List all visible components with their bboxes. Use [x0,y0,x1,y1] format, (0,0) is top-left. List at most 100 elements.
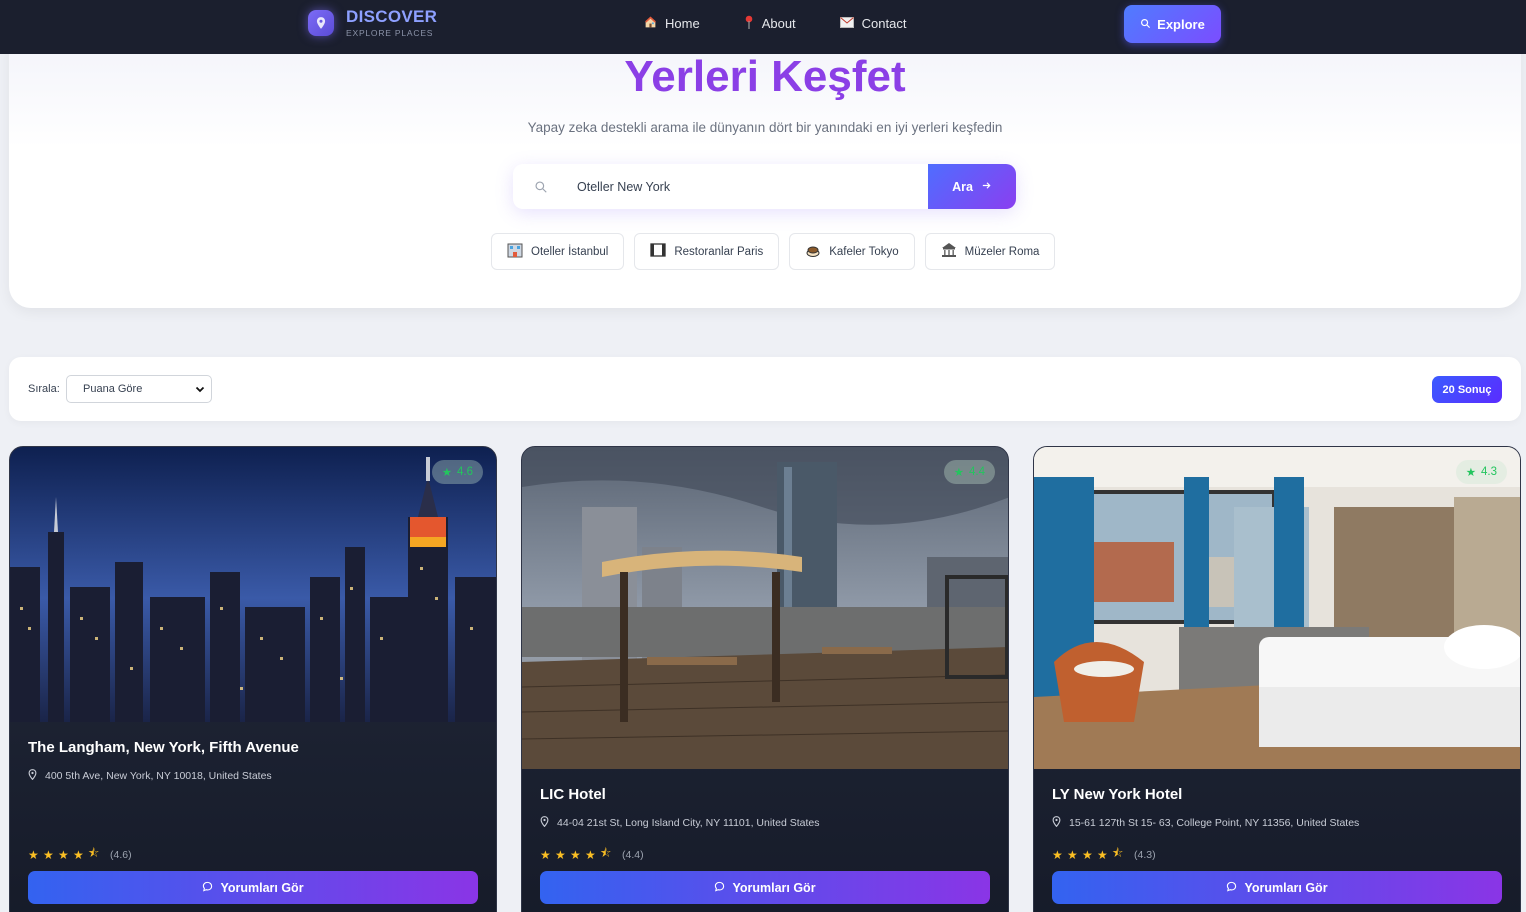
chip-cafes-tokyo[interactable]: Kafeler Tokyo [789,233,915,270]
hero-title: Yerleri Keşfet [624,52,906,101]
star-icon: ★ [73,847,84,862]
search-bar: Ara [513,164,1016,209]
nav-home-link[interactable]: Home [644,15,700,31]
search-button-label: Ara [952,179,973,194]
view-reviews-button[interactable]: Yorumları Gör [28,871,478,904]
place-address: 44-04 21st St, Long Island City, NY 1110… [540,816,819,830]
star-icon: ★ [585,847,596,862]
star-rating: ★ ★ ★ ★ ⯪ (4.3) [1052,844,1156,865]
chip-label: Oteller İstanbul [531,245,609,258]
top-navbar: DISCOVER EXPLORE PLACES Home About Conta… [0,0,1526,54]
sort-bar: Sırala: Puana Göre 20 Sonuç [9,357,1521,421]
chip-label: Kafeler Tokyo [829,245,899,258]
nav-home-label: Home [665,15,700,31]
hero-section: Yerleri Keşfet Yapay zeka destekli arama… [9,40,1521,308]
rating-badge-value: 4.3 [1481,466,1497,478]
location-pin-icon [1052,816,1061,830]
rating-badge-value: 4.6 [457,466,473,478]
envelope-icon [839,16,854,30]
star-icon: ★ [1082,847,1093,862]
half-star-icon: ⯪ [1112,846,1124,860]
star-icon: ★ [555,847,566,862]
star-icon: ★ [570,847,581,862]
view-reviews-label: Yorumları Gör [732,880,816,895]
rating-pill: ★ 4.4 [943,460,995,484]
location-pin-icon [540,816,549,830]
sort-label: Sırala: [28,383,60,395]
map-pin-logo-icon [308,9,334,36]
star-icon: ★ [1097,847,1108,862]
half-star-icon: ⯪ [600,846,612,860]
brand-subtitle: EXPLORE PLACES [346,28,434,38]
nav-about-label: About [761,15,796,31]
hero-subtitle: Yapay zeka destekli arama ile dünyanın d… [527,120,1003,135]
sort-select[interactable]: Puana Göre [66,375,212,403]
place-card[interactable]: ★ 4.4 LIC Hotel 44-04 21st St, Long Isla… [521,446,1009,912]
brand-title: DISCOVER [346,7,438,26]
star-rating: ★ ★ ★ ★ ⯪ (4.4) [540,844,644,865]
star-icon: ★ [43,847,54,862]
rating-pill: ★ 4.3 [1455,460,1507,484]
rating-text: (4.3) [1134,848,1156,861]
rating-text: (4.4) [622,848,644,861]
place-title[interactable]: LIC Hotel [540,786,606,803]
chat-bubble-icon [1226,881,1237,895]
brand[interactable]: DISCOVER EXPLORE PLACES [308,8,437,38]
star-icon: ★ [28,847,39,862]
place-address-text: 15-61 127th St 15- 63, College Point, NY… [1069,817,1360,829]
view-reviews-label: Yorumları Gör [220,880,304,895]
pin-icon [744,15,754,31]
rating-text: (4.6) [110,848,132,861]
rating-pill: ★ 4.6 [431,460,483,484]
place-title[interactable]: The Langham, New York, Fifth Avenue [28,739,299,756]
star-rating: ★ ★ ★ ★ ⯪ (4.6) [28,844,132,865]
chip-museums-rome[interactable]: Müzeler Roma [924,233,1056,270]
place-address: 15-61 127th St 15- 63, College Point, NY… [1052,816,1359,830]
house-icon [644,16,657,31]
view-reviews-label: Yorumları Gör [1244,880,1328,895]
nav-contact-link[interactable]: Contact [839,15,907,31]
chat-bubble-icon [202,881,213,895]
place-address-text: 400 5th Ave, New York, NY 10018, United … [45,770,272,782]
chip-hotels-istanbul[interactable]: Oteller İstanbul [491,233,625,270]
place-title[interactable]: LY New York Hotel [1052,786,1182,803]
arrow-right-icon [981,180,992,194]
place-address: 400 5th Ave, New York, NY 10018, United … [28,769,272,783]
view-reviews-button[interactable]: Yorumları Gör [540,871,990,904]
search-submit-button[interactable]: Ara [928,164,1016,209]
place-address-text: 44-04 21st St, Long Island City, NY 1110… [557,817,820,829]
location-pin-icon [28,769,37,783]
explore-button[interactable]: Explore [1124,5,1221,43]
search-input[interactable] [569,164,928,209]
star-icon: ★ [1052,847,1063,862]
suggestion-chips: Oteller İstanbul Restoranlar Paris Kafel… [491,233,1056,270]
chevron-down-icon [195,384,205,397]
chip-label: Restoranlar Paris [674,245,764,258]
search-icon [513,164,569,209]
place-image [10,447,496,722]
place-card[interactable]: ★ 4.3 LY New York Hotel 15-61 127th St 1… [1033,446,1521,912]
chat-bubble-icon [714,881,725,895]
film-icon [650,242,667,261]
nav-links: Home About Contact [644,15,950,31]
star-icon: ★ [953,467,964,479]
rating-badge-value: 4.4 [969,466,985,478]
star-icon: ★ [441,467,452,479]
explore-button-label: Explore [1157,16,1205,32]
result-count-badge: 20 Sonuç [1432,376,1502,403]
chip-label: Müzeler Roma [964,245,1040,258]
nav-contact-label: Contact [861,15,907,31]
sort-selected-value: Puana Göre [83,383,143,395]
star-icon: ★ [1465,467,1476,479]
star-icon: ★ [540,847,551,862]
search-icon [1140,17,1151,32]
coffee-icon [805,242,821,261]
museum-icon [941,242,957,261]
star-icon: ★ [58,847,69,862]
hotel-icon [507,242,523,261]
nav-about-link[interactable]: About [744,15,796,31]
place-card[interactable]: ★ 4.6 The Langham, New York, Fifth Avenu… [9,446,497,912]
view-reviews-button[interactable]: Yorumları Gör [1052,871,1502,904]
star-icon: ★ [1067,847,1078,862]
chip-restaurants-paris[interactable]: Restoranlar Paris [634,233,780,270]
